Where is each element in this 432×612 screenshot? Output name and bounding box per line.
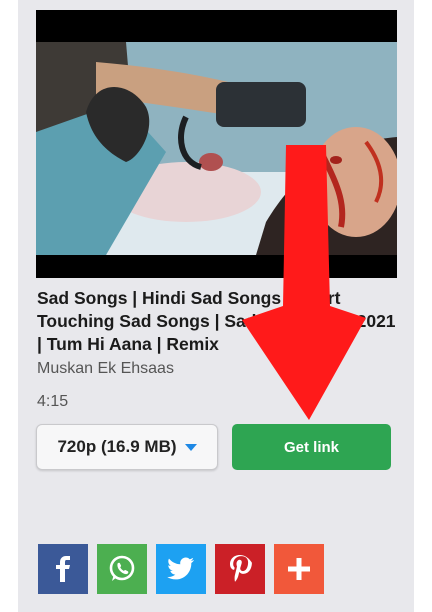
video-thumbnail[interactable] — [36, 10, 397, 278]
chevron-down-icon — [184, 443, 197, 451]
whatsapp-icon — [109, 555, 135, 581]
thumbnail-scene — [36, 42, 397, 255]
more-share-button[interactable] — [274, 544, 324, 594]
facebook-share-button[interactable] — [38, 544, 88, 594]
get-link-button[interactable]: Get link — [232, 424, 391, 470]
plus-icon — [288, 558, 310, 580]
twitter-share-button[interactable] — [156, 544, 206, 594]
video-title: Sad Songs | Hindi Sad Songs | Heart Touc… — [37, 288, 396, 354]
twitter-icon — [167, 557, 194, 580]
facebook-icon — [56, 556, 70, 582]
pinterest-icon — [230, 555, 252, 582]
get-link-label: Get link — [283, 438, 339, 456]
channel-name: Muskan Ek Ehsaas — [37, 360, 174, 377]
thumbnail-illustration — [36, 42, 397, 255]
quality-select[interactable]: 720p (16.9 MB) — [36, 424, 218, 470]
whatsapp-share-button[interactable] — [97, 544, 147, 594]
video-duration: 4:15 — [37, 393, 69, 410]
pinterest-share-button[interactable] — [215, 544, 265, 594]
quality-select-label: 720p (16.9 MB) — [57, 437, 177, 456]
